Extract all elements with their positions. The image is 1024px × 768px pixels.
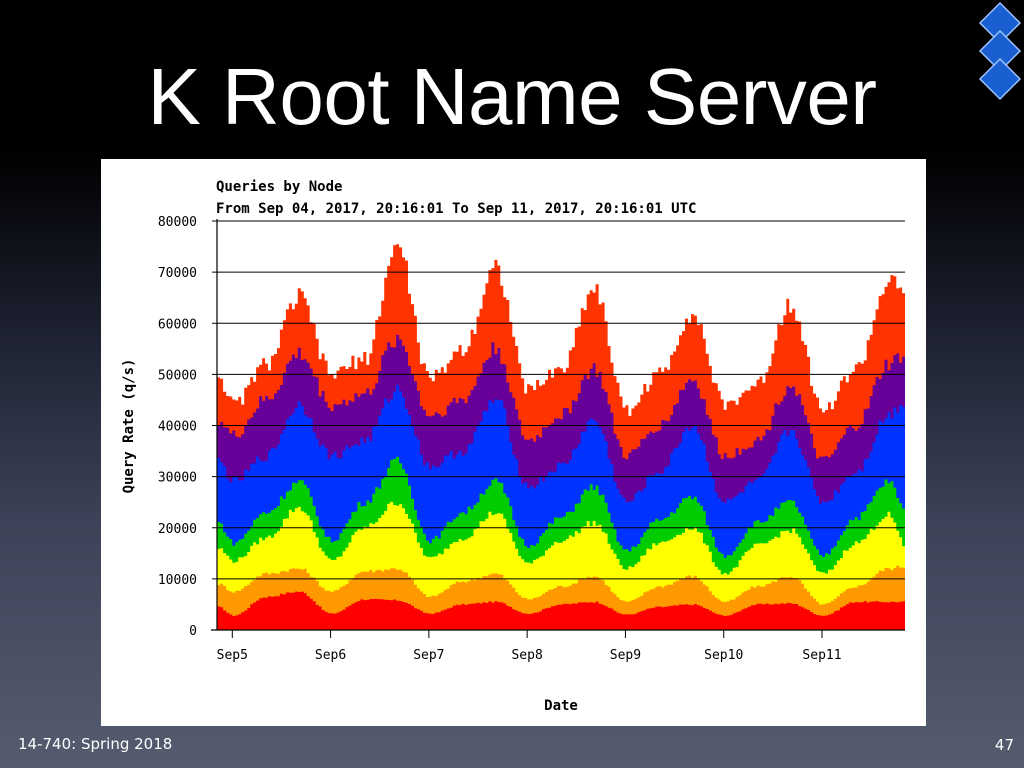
queries-chart: Queries by Node From Sep 04, 2017, 20:16…: [121, 179, 905, 714]
chart-subtitle: From Sep 04, 2017, 20:16:01 To Sep 11, 2…: [216, 201, 696, 217]
y-tick-label: 80000: [158, 215, 197, 230]
y-tick-label: 70000: [158, 266, 197, 281]
x-tick-label: Sep7: [413, 648, 444, 663]
y-tick-label: 10000: [158, 573, 197, 588]
chart-panel: Queries by Node From Sep 04, 2017, 20:16…: [101, 159, 926, 726]
y-tick-label: 40000: [158, 420, 197, 435]
y-tick-label: 60000: [158, 317, 197, 332]
y-tick-label: 30000: [158, 471, 197, 486]
x-tick-label: Sep9: [610, 648, 641, 663]
slide-number: 47: [994, 736, 1014, 754]
x-axis-label: Date: [544, 698, 578, 714]
x-tick-label: Sep8: [511, 648, 542, 663]
chart-title: Queries by Node: [216, 179, 342, 195]
y-tick-label: 50000: [158, 368, 197, 383]
footer-course: 14-740: Spring 2018: [18, 735, 173, 753]
x-tick-label: Sep11: [802, 648, 841, 663]
slide-title: K Root Name Server: [147, 52, 877, 141]
y-tick-label: 0: [189, 624, 197, 639]
x-tick-label: Sep6: [315, 648, 346, 663]
y-tick-label: 20000: [158, 522, 197, 537]
y-axis-label: Query Rate (q/s): [121, 359, 137, 494]
diamond-decoration-icon: [978, 1, 1022, 101]
x-tick-label: Sep10: [704, 648, 743, 663]
x-tick-label: Sep5: [217, 648, 248, 663]
